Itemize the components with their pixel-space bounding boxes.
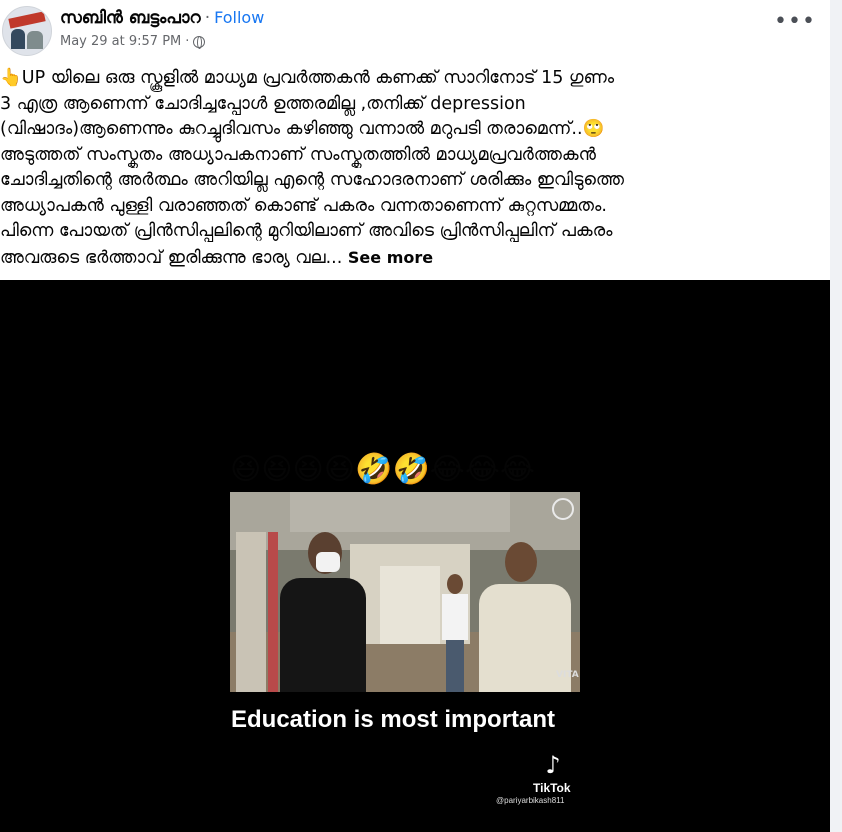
vita-watermark: VITA <box>556 670 579 680</box>
post-header: സബിൻ ബട്ടംപാറ · Follow <box>60 8 264 28</box>
follow-button[interactable]: Follow <box>214 8 264 27</box>
post-text-line: ചോദിച്ചതിന്റെ അർത്ഥം അറിയില്ല എന്റെ സഹോദ… <box>0 170 624 190</box>
post-text-truncated: അവരുടെ ഭർത്താവ് ഇരിക്കുന്നു ഭാര്യ വല... <box>0 247 343 268</box>
reporter-figure <box>270 532 370 692</box>
post-meta: May 29 at 9:57 PM · <box>60 34 206 49</box>
video-frame: VITA <box>230 492 580 692</box>
post-text-line: (വിഷാദം)ആണെന്നും കുറച്ചുദിവസം കഴിഞ്ഞു വന… <box>0 119 605 139</box>
background-person <box>438 574 472 692</box>
tiktok-handle: @pariyarbikash811 <box>496 796 565 805</box>
more-options-button[interactable]: ••• <box>774 11 816 33</box>
video-player[interactable]: 😆😆😆😆🤣🤣😂😂😂 VITA Education is most importa… <box>0 280 830 832</box>
author-name[interactable]: സബിൻ ബട്ടംപാറ <box>60 8 201 28</box>
post-text-last-line: അവരുടെ ഭർത്താവ് ഇരിക്കുന്നു ഭാര്യ വല... … <box>0 245 822 272</box>
header-separator: · <box>204 8 211 28</box>
post-text-line: 👆UP യിലെ ഒരു സ്കൂളിൽ മാധ്യമ പ്രവർത്തകൻ ക… <box>0 68 615 88</box>
see-more-link[interactable]: See more <box>348 248 433 267</box>
facebook-post-card: സബിൻ ബട്ടംപാറ · Follow May 29 at 9:57 PM ·… <box>0 0 830 832</box>
post-text-line: പിന്നെ പോയത് പ്രിൻസിപ്പലിന്റെ മുറിയിലാണ്… <box>0 221 613 241</box>
post-text: 👆UP യിലെ ഒരു സ്കൂളിൽ മാധ്യമ പ്രവർത്തകൻ ക… <box>0 66 822 271</box>
post-text-line: 3 എത്ര ആണെന്ന് ചോദിച്ചപ്പോൾ ഉത്തരമില്ല ,… <box>0 93 526 114</box>
tiktok-brand: TikTok <box>533 781 571 795</box>
record-circle-icon <box>552 498 574 520</box>
post-text-line: അധ്യാപകൻ പുള്ളി വരാഞ്ഞത് കൊണ്ട് പകരം വന്… <box>0 195 607 216</box>
page-background-strip <box>830 0 842 832</box>
post-text-line: അടുത്തത് സംസ്കൃതം അധ്യാപകനാണ് സംസ്കൃതത്ത… <box>0 144 596 165</box>
globe-icon <box>193 35 206 49</box>
author-avatar[interactable] <box>2 6 52 56</box>
video-caption: Education is most important <box>231 706 556 733</box>
post-timestamp[interactable]: May 29 at 9:57 PM <box>60 34 181 49</box>
tiktok-note-icon: ♪ <box>545 751 561 779</box>
video-emoji-row: 😆😆😆😆🤣🤣😂😂😂 <box>230 452 535 487</box>
meta-separator: · <box>185 34 190 49</box>
